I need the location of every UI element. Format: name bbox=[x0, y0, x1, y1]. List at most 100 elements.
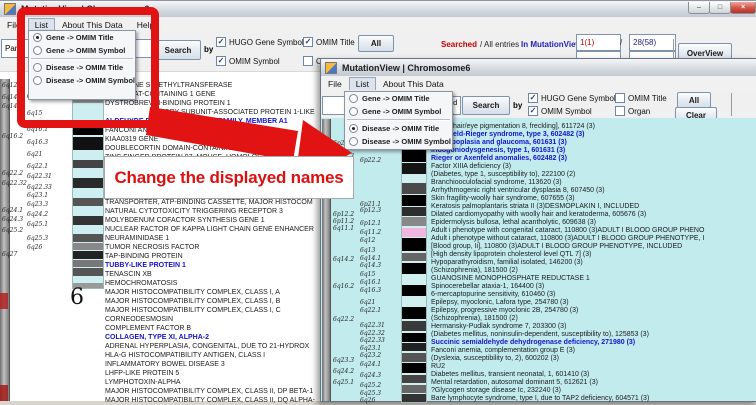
list-item[interactable]: TORY SUBUNIT-ASSOCIATED PROTEIN 1-LIKE bbox=[160, 109, 315, 117]
list-item[interactable]: Bare lymphocyte syndrome, type I, due to… bbox=[431, 395, 649, 403]
list-item[interactable]: MOLYBDENUM COFACTOR SYNTHESIS GENE 1 bbox=[105, 217, 265, 225]
list-item[interactable]: NATURAL CYTOTOXICITY TRIGGERING RECEPTOR… bbox=[105, 208, 283, 216]
list-item[interactable]: HLA-G HISTOCOMPATIBILITY ANTIGEN, CLASS … bbox=[105, 352, 265, 360]
list-item[interactable]: hair/eye pigmentation 8, freckling], 611… bbox=[453, 123, 595, 131]
list-item[interactable]: KIAA0319 GENE bbox=[105, 136, 158, 144]
list-item[interactable]: DOUBLECORTIN DOMAIN-CONTAINING PROTEIN 2 bbox=[105, 145, 275, 153]
menu-option-disease-omim-title[interactable]: Disease -> OMIM Title bbox=[29, 61, 135, 74]
list-item[interactable]: (Schizophrenia), 181500 (2) bbox=[431, 315, 518, 323]
list-item[interactable]: TAP-BINDING PROTEIN bbox=[105, 253, 183, 261]
list-item[interactable]: INFLAMMATORY BOWEL DISEASE 3 bbox=[105, 361, 225, 369]
list-item[interactable]: MAJOR HISTOCOMPATIBILITY COMPLEX, CLASS … bbox=[105, 298, 280, 306]
list-item[interactable]: Dilated cardiomyopathy with woolly hair … bbox=[431, 211, 646, 219]
list-item[interactable]: TRANSPORTER, ATP-BINDING CASSETTE, MAJOR… bbox=[105, 199, 313, 207]
bg-titlebar[interactable]: MutationView | Chromosome6 bbox=[0, 1, 756, 18]
menu-about-this-data[interactable]: About This Data bbox=[376, 77, 451, 91]
list-item[interactable]: MAJOR HISTOCOMPATIBILITY COMPLEX, CLASS … bbox=[105, 307, 281, 315]
ideogram-band bbox=[73, 137, 103, 150]
list-item[interactable]: Epidermolysis bullosa, lethal acantholyt… bbox=[431, 219, 596, 227]
list-item[interactable]: LYMPHOTOXIN-ALPHA bbox=[105, 379, 181, 387]
checkbox-hugo-gene-symbol[interactable]: ✓HUGO Gene Symbol bbox=[216, 37, 304, 47]
list-item[interactable]: ALDEHYDE DEHYDROGENASE 5 FAMILY, MEMBER … bbox=[105, 118, 288, 126]
fg-search-button[interactable]: Search bbox=[462, 96, 510, 115]
checkbox-unchecked-icon bbox=[615, 93, 625, 103]
list-item[interactable]: (Dyslexia, susceptibility to, 2), 600202… bbox=[431, 355, 559, 363]
list-item[interactable]: Fanconi anemia, complementation group E … bbox=[431, 347, 575, 355]
list-item[interactable]: [Blood group, Ii], 110800 (3)ADULT I BLO… bbox=[431, 243, 682, 251]
list-item[interactable]: Arrhythmogenic right ventricular dysplas… bbox=[431, 187, 605, 195]
list-item[interactable]: Adult i phenotype without cataract, 1108… bbox=[431, 235, 704, 243]
list-item[interactable]: (Diabetes, type 1, susceptibility to), 2… bbox=[431, 171, 575, 179]
menu-file[interactable]: File bbox=[321, 77, 349, 91]
list-item[interactable]: COMPLEMENT FACTOR B bbox=[105, 325, 191, 333]
list-item[interactable]: NEURAMINIDASE 1 bbox=[105, 235, 169, 243]
checkbox-omim-title[interactable]: OMIM Title bbox=[615, 93, 667, 103]
list-item[interactable]: CORNEODESMOSIN bbox=[105, 316, 173, 324]
list-item[interactable]: (Schizophrenia), 181500 (2) bbox=[431, 267, 518, 275]
menu-option-gene-omim-title[interactable]: Gene -> OMIM Title bbox=[345, 92, 452, 105]
radio-icon bbox=[349, 137, 358, 146]
list-item[interactable]: COLLAGEN, TYPE XI, ALPHA-2 bbox=[105, 334, 209, 342]
list-item[interactable]: RU2 bbox=[431, 363, 445, 371]
list-item[interactable]: LHFP-LIKE PROTEIN 5 bbox=[105, 370, 179, 378]
fg-titlebar[interactable]: MutationView | Chromosome6 bbox=[321, 59, 756, 77]
list-item[interactable]: Branchiooculofacial syndrome, 113620 (3) bbox=[431, 179, 562, 187]
bg-search-button[interactable]: Search bbox=[155, 40, 201, 60]
list-item[interactable]: Succinic semialdehyde dehydrogenase defi… bbox=[431, 339, 635, 347]
list-item[interactable]: Diabetes mellitus, transient neonatal, 1… bbox=[431, 371, 589, 379]
list-item[interactable]: Hermansky-Pudlak syndrome 7, 203300 (3) bbox=[431, 323, 566, 331]
list-item[interactable]: ?Glycogen storage disease Ic, 232240 (3) bbox=[431, 387, 561, 395]
list-item[interactable]: MAJOR HISTOCOMPATIBILITY COMPLEX, CLASS … bbox=[105, 388, 313, 396]
menu-option-gene-omim-symbol[interactable]: Gene -> OMIM Symbol bbox=[345, 105, 452, 118]
list-item[interactable]: TUMOR NECROSIS FACTOR bbox=[105, 244, 199, 252]
menu-option-gene-omim-title[interactable]: Gene -> OMIM Title bbox=[29, 31, 135, 44]
list-item[interactable]: NUCLEAR FACTOR OF KAPPA LIGHT CHAIN GENE… bbox=[105, 226, 314, 234]
menu-option-disease-omim-symbol[interactable]: Disease -> OMIM Symbol bbox=[345, 135, 452, 148]
bg-overview-strip[interactable] bbox=[0, 79, 10, 401]
list-item[interactable]: MAJOR HISTOCOMPATIBILITY COMPLEX, CLASS … bbox=[105, 397, 315, 405]
bg-total-count-field[interactable]: 28(58) bbox=[629, 34, 676, 51]
minimize-button[interactable]: – bbox=[688, 2, 710, 14]
list-item[interactable]: (Diabetes mellitus, noninsulin-dependent… bbox=[431, 331, 649, 339]
list-item[interactable]: Skin fragility-woolly hair syndrome, 607… bbox=[431, 195, 575, 203]
list-item[interactable]: Keratosis palmoplantaris striata II (3)D… bbox=[431, 203, 639, 211]
checkbox-hugo-gene-symbol[interactable]: ✓HUGO Gene Symbol bbox=[528, 93, 616, 103]
checkbox-omim-symbol[interactable]: ✓OMIM Symbol bbox=[528, 106, 592, 116]
list-item[interactable]: Epilepsy, myoclonic, Lafora type, 254780… bbox=[431, 299, 569, 307]
list-item[interactable]: eld-Rieger syndrome, type 3, 602482 (3) bbox=[453, 131, 585, 139]
list-item[interactable]: TUBBY-LIKE PROTEIN 1 bbox=[105, 262, 186, 270]
band-label-6q24-2: 6q24.2 bbox=[333, 369, 354, 375]
bg-all-button[interactable]: All bbox=[358, 35, 394, 52]
list-item[interactable]: FANCONI ANEMIA, COMPLEMENTATION GROUP E bbox=[105, 127, 272, 135]
list-item[interactable]: RINE S-METHYLTRANSFERASE bbox=[127, 82, 232, 90]
menu-list[interactable]: List bbox=[349, 77, 376, 91]
menu-option-disease-omim-symbol[interactable]: Disease -> OMIM Symbol bbox=[29, 74, 135, 87]
maximize-button[interactable]: □ bbox=[709, 2, 731, 14]
list-item[interactable]: TENASCIN XB bbox=[105, 271, 152, 279]
list-item[interactable]: Spinocerebellar ataxia-1, 164400 (3) bbox=[431, 283, 544, 291]
list-item[interactable]: 6-mercaptopurine sensitivity, 610460 (3) bbox=[431, 291, 555, 299]
close-button[interactable]: × bbox=[730, 2, 756, 14]
list-item[interactable]: Factor XIIIA deficiency (3) bbox=[431, 163, 511, 171]
list-item[interactable]: GUANOSINE MONOPHOSPHATE REDUCTASE 1 bbox=[431, 275, 590, 283]
band-label-6q25-1: 6q25.1 bbox=[333, 380, 354, 386]
list-item[interactable]: [High density lipoprotein cholesterol le… bbox=[431, 251, 591, 259]
list-item[interactable]: Rieger or Axenfeld anomalies, 602482 (3) bbox=[431, 155, 567, 163]
list-item[interactable]: ADRENAL HYPERPLASIA, CONGENITAL, DUE TO … bbox=[105, 343, 309, 351]
list-item[interactable]: DYSTROBREVIN-BINDING PROTEIN 1 bbox=[105, 100, 231, 108]
menu-option-gene-omim-symbol[interactable]: Gene -> OMIM Symbol bbox=[29, 44, 135, 57]
menu-option-disease-omim-title[interactable]: Disease -> OMIM Title bbox=[345, 122, 452, 135]
menu-file[interactable]: File bbox=[0, 18, 28, 32]
checkbox-organ[interactable]: Organ bbox=[615, 106, 650, 116]
list-item[interactable]: HEMOCHROMATOSIS bbox=[105, 280, 177, 288]
bg-searched-count-field[interactable]: 1(1) bbox=[576, 34, 621, 51]
checkbox-unchecked-icon bbox=[303, 56, 313, 66]
fg-all-button[interactable]: All bbox=[677, 92, 711, 108]
checkbox-omim-symbol[interactable]: ✓OMIM Symbol bbox=[216, 56, 280, 66]
list-item[interactable]: Mental retardation, autosomal dominant 5… bbox=[431, 379, 598, 387]
list-item[interactable]: Epilepsy, progressive myoclonic 2B, 2547… bbox=[431, 307, 578, 315]
list-item[interactable]: Hypoparathyroidism, familial isolated, 1… bbox=[431, 259, 583, 267]
checkbox-omim-title[interactable]: ✓OMIM Title bbox=[303, 37, 355, 47]
list-item[interactable]: Adult i phenotype with congenital catara… bbox=[431, 227, 704, 235]
list-item[interactable]: MAJOR HISTOCOMPATIBILITY COMPLEX, CLASS … bbox=[105, 289, 280, 297]
